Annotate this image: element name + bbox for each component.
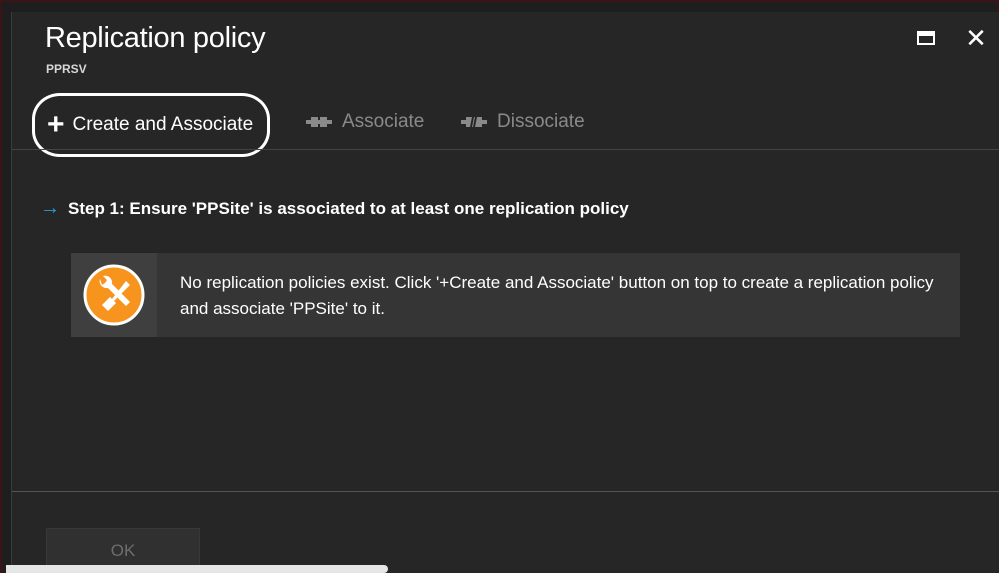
associate-icon (306, 115, 332, 129)
tools-icon (83, 264, 145, 326)
info-notice: No replication policies exist. Click '+C… (71, 253, 960, 337)
arrow-right-icon: → (40, 197, 60, 219)
dissociate-button[interactable]: Dissociate (461, 90, 585, 154)
replication-policy-blade: Replication policy PPRSV ✕ + Create and … (11, 12, 999, 573)
close-button[interactable]: ✕ (962, 24, 990, 52)
associate-button[interactable]: Associate (306, 90, 424, 154)
blade-subtitle: PPRSV (46, 62, 87, 76)
window-frame: Replication policy PPRSV ✕ + Create and … (0, 0, 999, 573)
plus-icon: + (47, 108, 65, 141)
toolbar-divider (12, 149, 999, 150)
notice-text: No replication policies exist. Click '+C… (180, 273, 934, 318)
close-icon: ✕ (965, 23, 987, 53)
maximize-icon (917, 31, 935, 45)
horizontal-scrollbar[interactable] (6, 565, 388, 573)
create-and-associate-label: Create and Associate (72, 114, 254, 135)
maximize-button[interactable] (912, 24, 940, 52)
blade-title: Replication policy (45, 22, 266, 54)
dissociate-icon (461, 115, 487, 129)
step-heading: → Step 1: Ensure 'PPSite' is associated … (40, 197, 629, 220)
footer-divider (12, 491, 999, 492)
associate-label: Associate (342, 111, 425, 132)
create-and-associate-button[interactable]: + Create and Associate (32, 93, 271, 157)
notice-icon-cell (71, 253, 157, 337)
step-text: Step 1: Ensure 'PPSite' is associated to… (68, 198, 629, 218)
command-bar: + Create and Associate Associate Dissoci… (32, 90, 932, 157)
dissociate-label: Dissociate (497, 111, 585, 132)
